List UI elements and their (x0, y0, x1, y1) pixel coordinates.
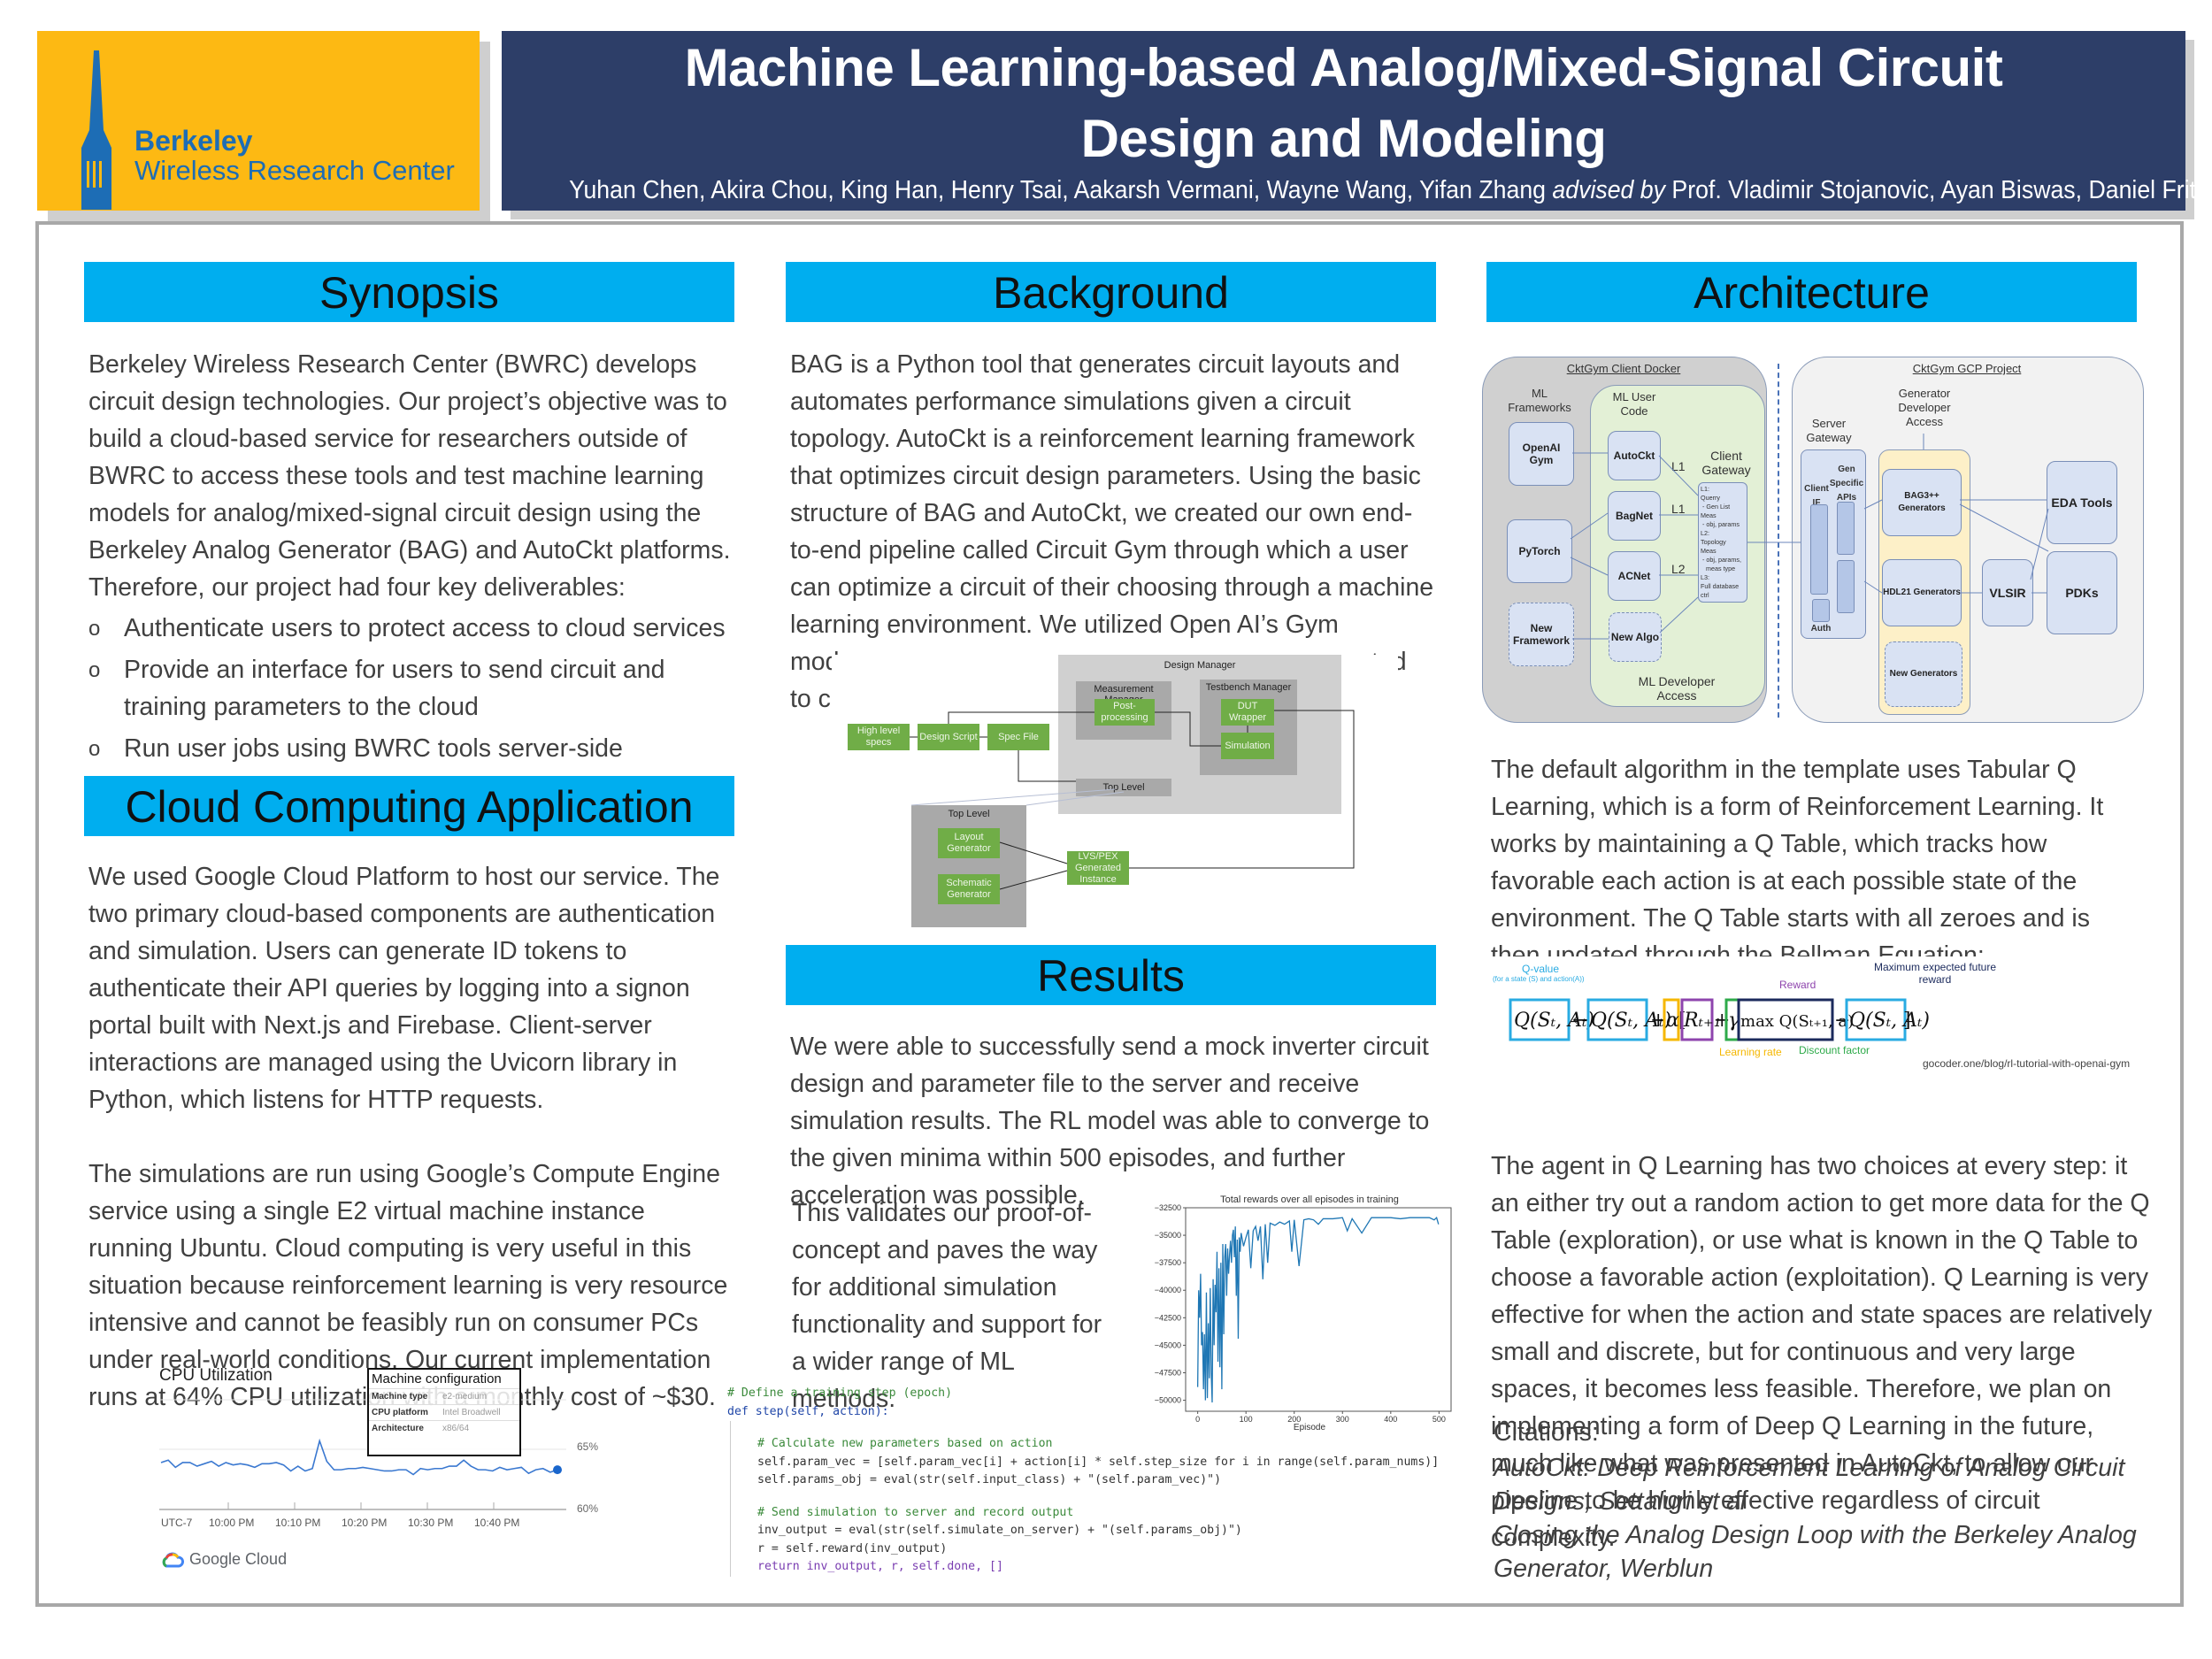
config-value: x86/64 (442, 1424, 470, 1433)
authors: Yuhan Chen, Akira Chou, King Han, Henry … (569, 176, 1547, 204)
x-tick-label: 400 (1384, 1415, 1397, 1424)
synopsis-section: Berkeley Wireless Research Center (BWRC)… (88, 346, 734, 772)
y-tick-label: −40000 (1155, 1286, 1181, 1294)
design-flow-diagram: Design Manager Measurement Manager Post-… (832, 655, 1398, 929)
bullet-icon: o (88, 658, 101, 682)
deliverable-text: Run user jobs using BWRC tools server-si… (124, 734, 623, 763)
x-tick-label: 10:00 PM (209, 1517, 255, 1529)
code-line: self.param_vec = [self.param_vec[i] + ac… (757, 1455, 1440, 1469)
reward-series-line (1196, 1217, 1440, 1403)
code-comment: # Send simulation to server and record o… (757, 1505, 1074, 1519)
synopsis-heading: Synopsis (84, 262, 734, 322)
architecture-para1: The default algorithm in the template us… (1491, 756, 2104, 956)
deliverable-text: Authenticate users to protect access to … (124, 614, 726, 642)
deliverable-item: o Run user jobs using BWRC tools server-s… (88, 730, 734, 767)
title-banner: Machine Learning-based Analog/Mixed-Sign… (502, 31, 2212, 211)
google-cloud-brand: Google Cloud (161, 1550, 287, 1569)
google-cloud-icon (162, 1552, 184, 1567)
machine-config-title: Machine configuration (372, 1371, 502, 1386)
plot-frame (1185, 1207, 1452, 1412)
y-tick-label: 65% (577, 1440, 599, 1453)
citations: Citations: AutoCkt: Deep Reinforcement L… (1494, 1414, 2148, 1586)
background-heading: Background (786, 262, 1436, 322)
x-tick-label: 10:40 PM (474, 1517, 520, 1529)
config-row: Machine type e2-medium (369, 1388, 519, 1404)
architecture-connectors (1570, 434, 2049, 640)
config-value: Intel Broadwell (442, 1408, 501, 1417)
code-snippet: # Define a training step (epoch) def ste… (727, 1385, 1440, 1588)
deliverable-item: o Provide an interface for users to send … (88, 651, 734, 726)
advisors: Prof. Vladimir Stojanovic, Ayan Biswas, … (1671, 176, 2212, 204)
cpu-utilization-chart: CPU Utilization 65% 60% UTC-7 10:00 PM 10:… (150, 1363, 646, 1584)
bellman-formula: Q(Sₜ, Aₜ) ← Q(Sₜ, Aₜ) + α [ Rₜ₊₁ + γ max… (1509, 998, 1930, 1041)
y-tick-label: −45000 (1155, 1340, 1181, 1349)
citation-item: AutoCkt: Deep Reinforcement Learning of … (1494, 1454, 2125, 1516)
architecture-diagram: CktGym Client Docker ML Frameworks ML Us… (1482, 349, 2154, 726)
author-list: Yuhan Chen, Akira Chou, King Han, Henry … (569, 174, 2212, 206)
svg-text:←: ← (1572, 1010, 1588, 1032)
config-key: CPU platform (372, 1408, 428, 1417)
x-tick-label: 500 (1432, 1415, 1446, 1424)
citation-item: Closing the Analog Design Loop with the … (1494, 1521, 2137, 1583)
architecture-heading: Architecture (1486, 262, 2137, 322)
y-tick-label: −37500 (1155, 1258, 1181, 1267)
config-row: Architecture x86/64 (369, 1420, 519, 1436)
svg-text:Q(Sₜ, Aₜ): Q(Sₜ, Aₜ) (1849, 1010, 1930, 1032)
cloud-para1: We used Google Cloud Platform to host ou… (88, 863, 720, 1114)
y-tick-label: −32500 (1155, 1203, 1181, 1212)
advised-by: advised by (1552, 176, 1665, 204)
synopsis-body: Berkeley Wireless Research Center (BWRC)… (88, 350, 731, 602)
x-tick-label: 10:30 PM (408, 1517, 454, 1529)
citations-label: Citations: (1494, 1418, 1599, 1447)
logo-text-wrc: Wireless Research Center (134, 155, 455, 186)
chart-title: Total rewards over all episodes in train… (1220, 1194, 1399, 1205)
logo-text-berkeley: Berkeley (134, 125, 253, 157)
config-key: Machine type (372, 1392, 428, 1402)
x-tick-label: 10:10 PM (275, 1517, 321, 1529)
code-comment: # Define a training step (epoch) (727, 1386, 953, 1400)
poster-title-line1: Machine Learning-based Analog/Mixed-Sign… (684, 38, 2003, 97)
deliverable-text: Provide an interface for users to send c… (124, 656, 665, 721)
flow-connectors (910, 710, 1355, 890)
bullet-icon: o (88, 737, 101, 761)
code-line: return inv_output, r, self.done, [] (757, 1560, 1003, 1573)
results-heading: Results (786, 945, 1436, 1005)
bwrc-logo: Berkeley Wireless Research Center (37, 31, 480, 211)
background-body: BAG is a Python tool that generates circ… (790, 350, 1434, 639)
code-def: def step(self, action): (727, 1404, 889, 1418)
code-comment: # Calculate new parameters based on acti… (757, 1437, 1053, 1450)
svg-text:−: − (1834, 1010, 1850, 1032)
y-tick-label: 60% (577, 1502, 599, 1515)
deliverable-item: o Authenticate users to protect access to… (88, 610, 734, 647)
code-line: inv_output = eval(str(self.simulate_on_s… (757, 1524, 1242, 1537)
code-line: self.params_obj = eval(str(self.input_cl… (757, 1473, 1222, 1486)
deliverables-list: o Authenticate users to protect access to… (88, 610, 734, 767)
config-row: CPU platform Intel Broadwell (369, 1404, 519, 1420)
svg-text:]: ] (1903, 1010, 1911, 1032)
bellman-equation: Q-value (for a state (S) and action(A)) … (1491, 956, 2172, 1071)
poster-title-line2: Design and Modeling (1080, 109, 1607, 168)
cloud-section: We used Google Cloud Platform to host ou… (88, 858, 734, 1416)
svg-text:α: α (1666, 1010, 1679, 1032)
google-cloud-label: Google Cloud (189, 1550, 288, 1568)
y-tick-label: −42500 (1155, 1313, 1181, 1322)
cloud-heading: Cloud Computing Application (84, 776, 734, 836)
cpu-current-point (553, 1465, 562, 1475)
config-value: e2-medium (442, 1392, 488, 1402)
code-line: r = self.reward(inv_output) (757, 1541, 948, 1555)
bullet-icon: o (88, 617, 101, 641)
x-tick-label: UTC-7 (161, 1517, 193, 1529)
machine-config-box: Machine configuration Machine type e2-med… (367, 1368, 521, 1456)
results-para1: We were able to successfully send a mock… (790, 1033, 1430, 1210)
config-key: Architecture (372, 1424, 424, 1433)
y-tick-label: −35000 (1155, 1231, 1181, 1240)
campanile-tower-icon (81, 50, 111, 210)
y-tick-label: −47500 (1155, 1368, 1181, 1377)
x-tick-label: 10:20 PM (342, 1517, 388, 1529)
code-body: # Calculate new parameters based on acti… (730, 1421, 1440, 1577)
